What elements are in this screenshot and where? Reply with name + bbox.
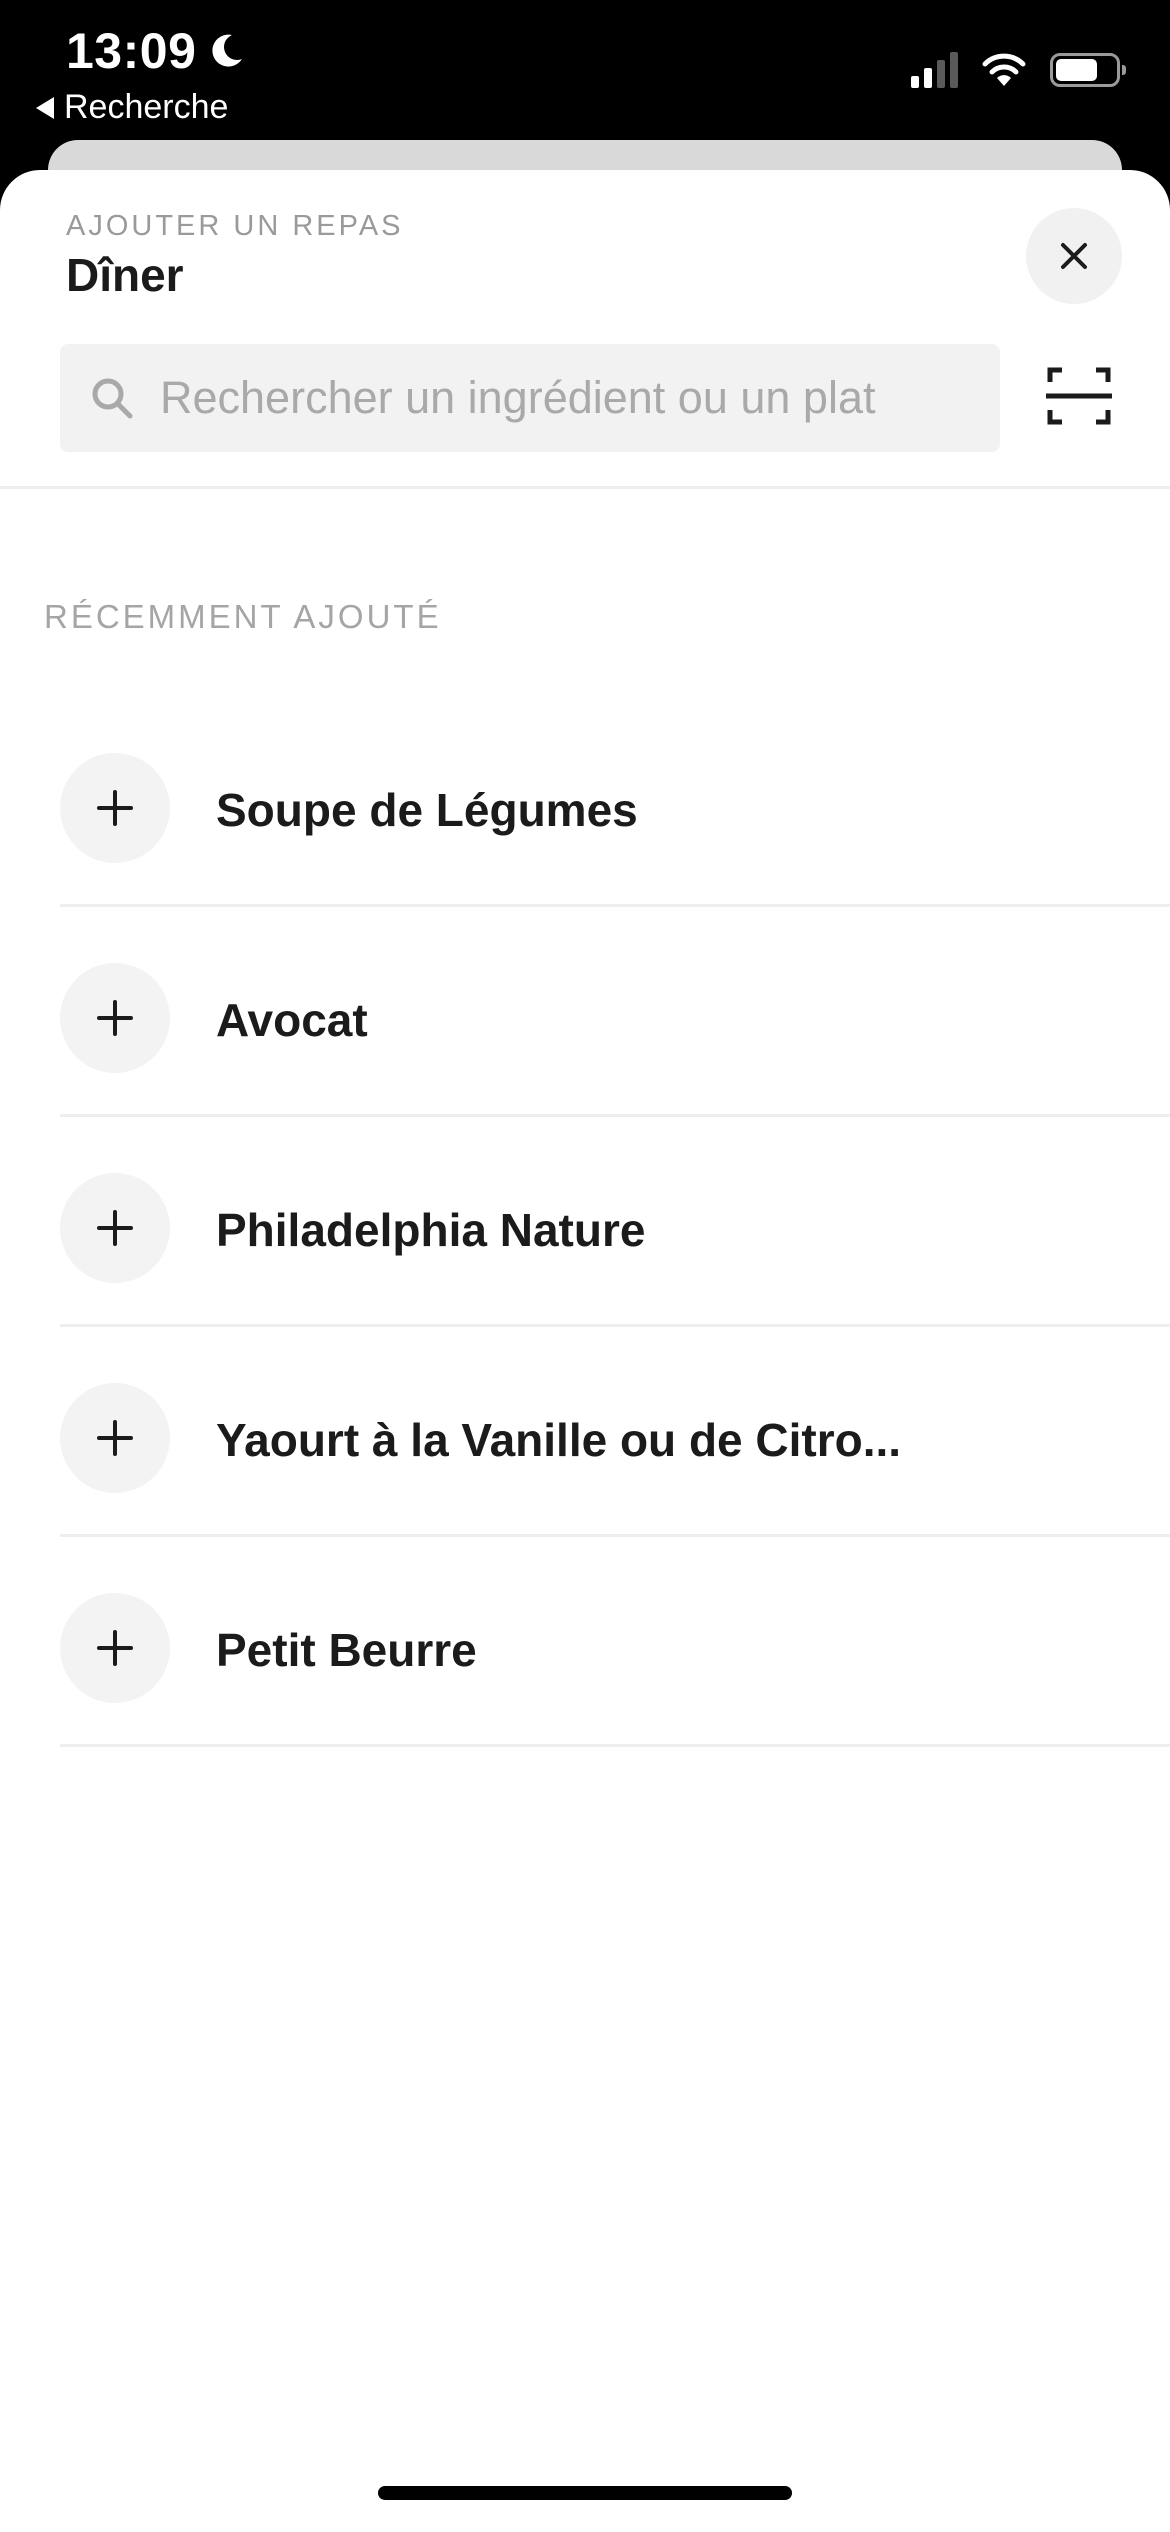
add-meal-sheet: AJOUTER UN REPAS Dîner Rechercher un ing…: [0, 170, 1170, 2532]
plus-icon: [97, 1000, 133, 1036]
item-label: Petit Beurre: [216, 1624, 477, 1676]
list-item[interactable]: Petit Beurre: [0, 1537, 1170, 1747]
add-item-button[interactable]: [60, 1173, 170, 1283]
item-label: Philadelphia Nature: [216, 1204, 646, 1256]
close-button[interactable]: [1026, 208, 1122, 304]
add-item-button[interactable]: [60, 963, 170, 1073]
list-item[interactable]: Soupe de Légumes: [0, 697, 1170, 907]
sheet-subtitle: AJOUTER UN REPAS: [66, 210, 404, 242]
home-indicator[interactable]: [378, 2486, 792, 2500]
search-icon: [92, 378, 133, 419]
recent-section-label: RÉCEMMENT AJOUTÉ: [44, 598, 442, 635]
status-time-text: 13:09: [66, 23, 197, 79]
item-label: Soupe de Légumes: [216, 784, 638, 836]
back-link[interactable]: Recherche: [36, 88, 228, 127]
plus-icon: [97, 790, 133, 826]
status-time: 13:09: [66, 22, 246, 80]
list-item[interactable]: Yaourt à la Vanille ou de Citro...: [0, 1327, 1170, 1537]
header-divider: [0, 486, 1170, 489]
back-arrow-icon: [36, 96, 54, 119]
search-placeholder: Rechercher un ingrédient ou un plat: [160, 372, 876, 423]
back-link-label: Recherche: [64, 88, 229, 126]
barcode-scan-icon[interactable]: [1046, 366, 1112, 426]
close-icon: [1061, 243, 1087, 269]
cellular-signal-icon: [911, 52, 958, 88]
plus-icon: [97, 1630, 133, 1666]
item-divider: [60, 1744, 1170, 1747]
plus-icon: [97, 1420, 133, 1456]
item-label: Yaourt à la Vanille ou de Citro...: [216, 1414, 902, 1466]
item-label: Avocat: [216, 994, 368, 1046]
list-item[interactable]: Philadelphia Nature: [0, 1117, 1170, 1327]
add-item-button[interactable]: [60, 1593, 170, 1703]
screen: 13:09 Recherche AJOUTER UN REPAS Dîner R…: [0, 0, 1170, 2532]
add-item-button[interactable]: [60, 753, 170, 863]
add-item-button[interactable]: [60, 1383, 170, 1493]
status-indicators: [911, 52, 1126, 88]
sheet-title: Dîner: [66, 249, 184, 301]
plus-icon: [97, 1210, 133, 1246]
recent-items-list: Soupe de Légumes Avocat Philadelphia Nat…: [0, 697, 1170, 1747]
moon-icon: [212, 34, 243, 67]
battery-icon: [1050, 53, 1126, 87]
search-input[interactable]: Rechercher un ingrédient ou un plat: [60, 344, 1000, 452]
wifi-icon: [982, 53, 1026, 86]
list-item[interactable]: Avocat: [0, 907, 1170, 1117]
